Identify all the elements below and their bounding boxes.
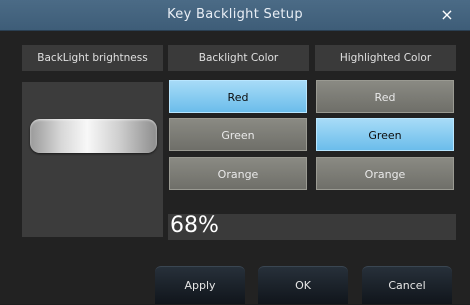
backlight-color-column-header: Backlight Color [168,45,309,71]
highlighted-option-orange[interactable]: Orange [316,157,454,190]
ok-button[interactable]: OK [258,266,348,304]
title-bar: Key Backlight Setup × [0,0,470,31]
highlighted-color-column-header: Highlighted Color [315,45,456,71]
cancel-button[interactable]: Cancel [362,266,452,304]
brightness-slider-knob[interactable] [30,119,157,153]
apply-button[interactable]: Apply [155,266,245,304]
backlight-option-green[interactable]: Green [169,118,307,151]
brightness-column-header: BackLight brightness [22,45,163,71]
backlight-setup-dialog: Key Backlight Setup × BackLight brightne… [0,0,470,304]
highlighted-option-green[interactable]: Green [316,118,454,151]
close-icon[interactable]: × [436,4,458,26]
brightness-slider-panel[interactable] [22,82,163,237]
dialog-title: Key Backlight Setup [167,7,303,22]
backlight-option-red[interactable]: Red [169,80,307,113]
brightness-percent: 68% [170,213,219,238]
highlighted-option-red[interactable]: Red [316,80,454,113]
backlight-option-orange[interactable]: Orange [169,157,307,190]
